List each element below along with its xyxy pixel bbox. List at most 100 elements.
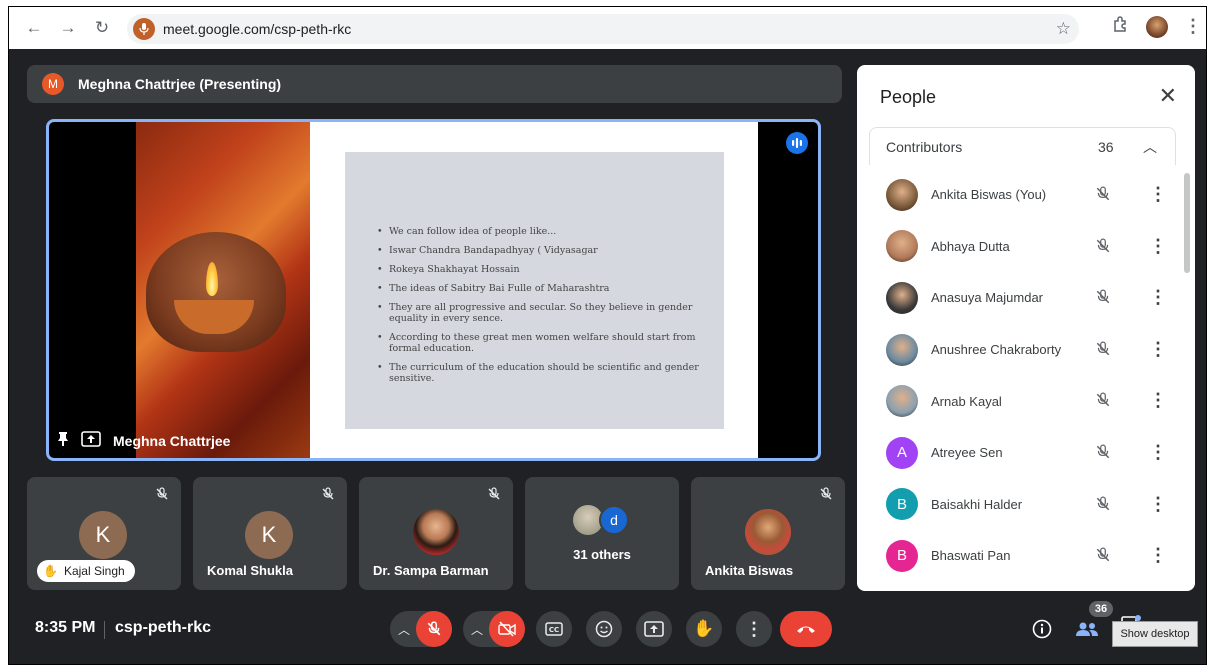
bookmark-star-icon[interactable]: ☆ (1056, 19, 1071, 39)
hand-icon: ✋ (693, 619, 715, 638)
camera-off-button[interactable] (489, 611, 525, 647)
participant-tile[interactable]: K Komal Shukla (193, 477, 347, 590)
present-now-button[interactable] (636, 611, 672, 647)
reload-icon[interactable]: ↻ (89, 15, 115, 41)
more-vert-icon[interactable]: ⋮ (1149, 184, 1167, 205)
people-list: Ankita Biswas (You) ⋮ Abhaya Dutta ⋮ Anasuya… (869, 169, 1176, 582)
person-name: Baisakhi Halder (931, 496, 1023, 512)
mic-off-icon (321, 487, 335, 506)
person-row[interactable]: Ankita Biswas (You) ⋮ (869, 169, 1176, 221)
people-panel: People ✕ Contributors 36 ︿ Ankita Biswas… (857, 65, 1195, 591)
person-avatar (886, 178, 918, 211)
slide-bullet: They are all progressive and secular. So… (377, 302, 707, 324)
chevron-up-icon[interactable]: ︿ (1143, 137, 1157, 157)
mic-off-icon[interactable] (1095, 341, 1111, 362)
person-name: Arnab Kayal (931, 393, 1002, 409)
person-avatar: B (886, 488, 918, 521)
participant-name: Ankita Biswas (705, 563, 794, 578)
meeting-code: csp-peth-rkc (115, 619, 212, 636)
people-icon[interactable] (1075, 621, 1099, 642)
presenting-label: Meghna Chattrjee (Presenting) (78, 76, 282, 92)
person-row[interactable]: B Bhaswati Pan ⋮ (869, 530, 1176, 582)
person-avatar: B (886, 539, 918, 572)
meet-window: ← → ↻ meet.google.com/csp-peth-rkc ☆ ⋮ M… (8, 6, 1207, 665)
more-options-button[interactable]: ⋮ (736, 611, 772, 647)
more-vert-icon[interactable]: ⋮ (1149, 236, 1167, 257)
mic-control[interactable]: ︿ (390, 611, 452, 647)
back-arrow-icon[interactable]: ← (21, 15, 47, 41)
more-vert-icon[interactable]: ⋮ (1149, 545, 1167, 566)
others-count: 31 others (573, 547, 631, 562)
person-row[interactable]: Abhaya Dutta ⋮ (869, 221, 1176, 273)
extensions-icon[interactable] (1112, 15, 1130, 38)
person-row[interactable]: Arnab Kayal ⋮ (869, 375, 1176, 427)
participant-tile[interactable]: K ✋ Kajal Singh (27, 477, 181, 590)
person-name: Ankita Biswas (You) (931, 187, 1047, 203)
mic-off-icon[interactable] (1095, 392, 1111, 413)
person-row[interactable]: Anushree Chakraborty ⋮ (869, 324, 1176, 376)
more-vert-icon[interactable]: ⋮ (1149, 494, 1167, 515)
speaking-indicator-icon (786, 132, 808, 154)
participant-avatar: K (79, 511, 127, 559)
person-row[interactable]: A Atreyee Sen ⋮ (869, 427, 1176, 479)
browser-menu-icon[interactable]: ⋮ (1184, 16, 1202, 37)
profile-avatar[interactable] (1146, 15, 1168, 38)
svg-text:CC: CC (549, 626, 559, 634)
presentation-stage[interactable]: We can follow idea of people like... Isw… (46, 119, 821, 461)
browser-toolbar: ← → ↻ meet.google.com/csp-peth-rkc ☆ ⋮ (9, 7, 1206, 49)
person-row[interactable]: B Baisakhi Halder ⋮ (869, 479, 1176, 531)
person-name: Anushree Chakraborty (931, 342, 1062, 358)
person-name: Anasuya Majumdar (931, 290, 1043, 306)
camera-control[interactable]: ︿ (463, 611, 525, 647)
emoji-reaction-button[interactable] (586, 611, 622, 647)
more-vert-icon[interactable]: ⋮ (1149, 287, 1167, 308)
slide-bullet: Iswar Chandra Bandapadhyay ( Vidyasagar (377, 245, 707, 256)
more-vert-icon[interactable]: ⋮ (1149, 390, 1167, 411)
more-vert-icon[interactable]: ⋮ (1149, 339, 1167, 360)
chevron-up-icon[interactable]: ︿ (471, 621, 483, 638)
participant-tile[interactable]: Ankita Biswas (691, 477, 845, 590)
address-bar[interactable]: meet.google.com/csp-peth-rkc ☆ (127, 14, 1079, 44)
mic-off-icon[interactable] (1095, 496, 1111, 517)
mic-off-icon[interactable] (1095, 238, 1111, 259)
participant-avatar: d (599, 505, 629, 535)
panel-title: People (880, 87, 937, 107)
hand-raised-icon: ✋ (43, 564, 58, 578)
present-screen-icon[interactable] (81, 431, 101, 450)
close-icon[interactable]: ✕ (1159, 83, 1177, 109)
contributors-count: 36 (1098, 138, 1114, 155)
captions-button[interactable]: CC (536, 611, 572, 647)
chevron-up-icon[interactable]: ︿ (398, 621, 410, 638)
control-bar: 8:35 PM csp-peth-rkc ︿ ︿ CC ✋ ⋮ 36 (9, 601, 1206, 661)
raise-hand-button[interactable]: ✋ (686, 611, 722, 647)
participant-name: Dr. Sampa Barman (373, 563, 489, 578)
participant-tile[interactable]: Dr. Sampa Barman (359, 477, 513, 590)
panel-scrollbar[interactable] (1184, 173, 1190, 273)
presenting-banner: M Meghna Chattrjee (Presenting) (27, 65, 842, 103)
divider (104, 621, 105, 639)
mic-off-icon[interactable] (1095, 289, 1111, 310)
mic-off-icon[interactable] (1095, 186, 1111, 207)
url-text: meet.google.com/csp-peth-rkc (163, 21, 352, 37)
more-vert-icon: ⋮ (745, 618, 763, 639)
slide-bullet: The ideas of Sabitry Bai Fulle of Mahara… (377, 283, 707, 294)
person-row[interactable]: Anasuya Majumdar ⋮ (869, 272, 1176, 324)
meeting-info-icon[interactable] (1032, 619, 1052, 644)
others-tile[interactable]: d 31 others (525, 477, 679, 590)
person-name: Atreyee Sen (931, 445, 1003, 461)
site-info-icon[interactable] (133, 18, 155, 40)
person-avatar (886, 333, 918, 366)
presenter-avatar: M (42, 73, 64, 95)
leave-call-button[interactable] (780, 611, 832, 647)
mic-off-icon (487, 487, 501, 506)
mic-off-icon[interactable] (1095, 547, 1111, 568)
more-vert-icon[interactable]: ⋮ (1149, 442, 1167, 463)
people-count-badge: 36 (1089, 601, 1113, 617)
contributors-section-header[interactable]: Contributors 36 ︿ (869, 127, 1176, 165)
person-avatar (886, 281, 918, 314)
mic-off-button[interactable] (416, 611, 452, 647)
pin-icon[interactable] (57, 431, 69, 450)
mic-off-icon (155, 487, 169, 506)
forward-arrow-icon[interactable]: → (55, 15, 81, 41)
mic-off-icon[interactable] (1095, 444, 1111, 465)
